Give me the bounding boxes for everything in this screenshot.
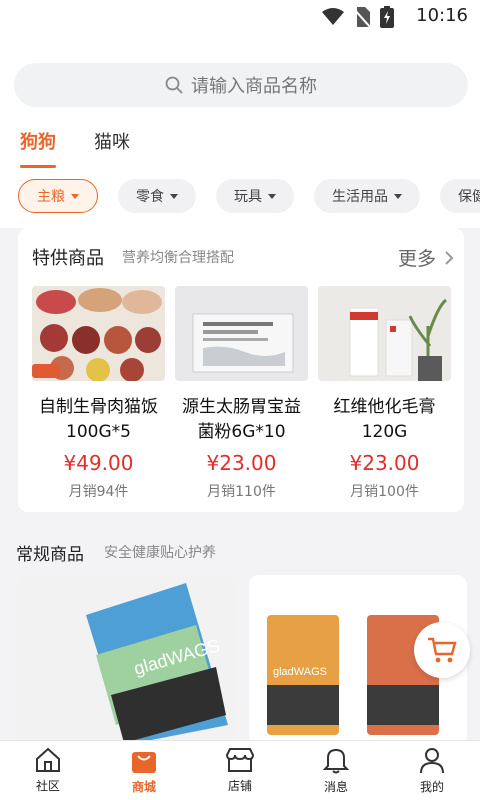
caret-down-icon	[71, 193, 79, 199]
chip-health[interactable]: 保健	[440, 179, 480, 213]
tab-label: 我的	[419, 780, 444, 794]
tab-label: 店铺	[227, 779, 252, 793]
status-icons	[322, 6, 394, 28]
special-products-card: 特供商品 营养均衡合理搭配 更多 自制生骨肉猫饭 100G*5 ¥49.00 月…	[18, 228, 464, 512]
more-label: 更多	[397, 248, 436, 270]
chip-daily-goods[interactable]: 生活用品	[314, 179, 420, 213]
dog-food-bag-image: gladWAGS	[16, 575, 234, 745]
wifi-icon	[322, 8, 344, 25]
caret-down-icon	[170, 193, 178, 199]
special-product-list: 自制生骨肉猫饭 100G*5 ¥49.00 月销94件 源生太肠胃宝益 菌粉6G*1…	[32, 286, 451, 501]
product-name-line: 100G*5	[66, 422, 131, 442]
product-price: ¥23.00	[206, 451, 277, 475]
tab-dog[interactable]: 狗狗	[20, 128, 56, 168]
tab-mine[interactable]: 我的	[384, 741, 480, 800]
cart-button[interactable]	[414, 622, 470, 678]
product-sales: 月销94件	[68, 484, 129, 500]
chip-label: 主粮	[37, 189, 65, 205]
status-bar: 10:16	[0, 0, 480, 36]
regular-title: 常规商品	[16, 545, 84, 565]
chip-staple-food[interactable]: 主粮	[18, 179, 98, 213]
product-name-line: 红维他化毛膏	[333, 397, 436, 417]
tab-mall[interactable]: 商城	[96, 741, 192, 800]
hairball-paste-image	[318, 286, 451, 381]
product-card[interactable]: 自制生骨肉猫饭 100G*5 ¥49.00 月销94件	[32, 286, 165, 501]
product-price: ¥23.00	[349, 451, 420, 475]
battery-icon	[380, 6, 394, 28]
chip-label: 零食	[136, 189, 164, 205]
special-subtitle: 营养均衡合理搭配	[122, 250, 234, 266]
user-icon	[420, 748, 444, 774]
product-name-line: 自制生骨肉猫饭	[39, 397, 158, 417]
search-placeholder: 请输入商品名称	[191, 76, 317, 97]
search-input[interactable]: 请输入商品名称	[14, 63, 468, 107]
product-image	[318, 286, 451, 381]
chip-label: 玩具	[234, 189, 262, 205]
pet-tabs: 狗狗 猫咪	[20, 128, 130, 168]
tab-label: 消息	[323, 780, 348, 794]
caret-down-icon	[394, 193, 402, 199]
search-icon	[165, 76, 183, 94]
special-title: 特供商品	[32, 248, 104, 269]
product-sales: 月销110件	[207, 484, 276, 500]
chevron-right-icon	[445, 250, 454, 265]
bag-icon	[132, 752, 156, 773]
caret-down-icon	[268, 193, 276, 199]
product-name-line: 120G	[361, 422, 408, 442]
tab-cat[interactable]: 猫咪	[94, 128, 130, 154]
status-time: 10:16	[416, 5, 468, 26]
header-area: 请输入商品名称 狗狗 猫咪 主粮 零食 玩具 生活用品 保健	[0, 36, 480, 228]
product-image	[32, 286, 165, 381]
regular-product-card[interactable]: gladWAGS	[16, 575, 234, 745]
tab-label: 商城	[131, 780, 156, 794]
product-sales: 月销100件	[350, 484, 419, 500]
raw-food-image	[32, 286, 165, 381]
tab-messages[interactable]: 消息	[288, 741, 384, 800]
bottom-tab-bar: 社区 商城 店铺 消息 我的	[0, 740, 480, 800]
store-icon	[225, 748, 255, 772]
product-name-line: 源生太肠胃宝益	[182, 397, 301, 417]
tab-store[interactable]: 店铺	[192, 741, 288, 800]
product-card[interactable]: 源生太肠胃宝益 菌粉6G*10 ¥23.00 月销110件	[175, 286, 308, 501]
chip-label: 保健	[458, 189, 480, 205]
chip-label: 生活用品	[332, 189, 388, 205]
product-name-line: 菌粉6G*10	[197, 422, 286, 442]
home-icon	[36, 747, 60, 772]
product-name: 源生太肠胃宝益 菌粉6G*10	[175, 395, 308, 445]
bell-icon	[323, 748, 349, 774]
product-name: 自制生骨肉猫饭 100G*5	[32, 395, 165, 445]
tab-community[interactable]: 社区	[0, 741, 96, 800]
chip-toys[interactable]: 玩具	[216, 179, 294, 213]
more-link[interactable]: 更多	[398, 244, 454, 271]
brand-text: gladWAGS	[273, 666, 327, 678]
product-price: ¥49.00	[63, 451, 134, 475]
product-image	[175, 286, 308, 381]
product-name: 红维他化毛膏 120G	[318, 395, 451, 445]
chip-snacks[interactable]: 零食	[118, 179, 196, 213]
category-chips: 主粮 零食 玩具 生活用品 保健	[18, 179, 480, 213]
tab-label: 社区	[35, 779, 60, 793]
probiotic-box-image	[175, 286, 308, 381]
product-card[interactable]: 红维他化毛膏 120G ¥23.00 月销100件	[318, 286, 451, 501]
regular-subtitle: 安全健康贴心护养	[104, 545, 216, 561]
cart-icon	[428, 637, 457, 663]
no-sim-icon	[354, 7, 370, 27]
